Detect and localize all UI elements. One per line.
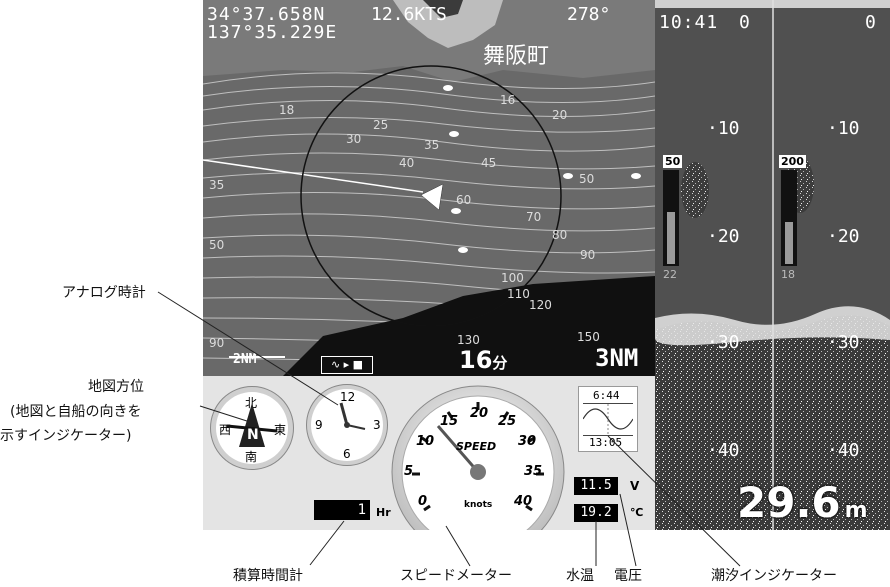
callout-map-orientation-title: 地図方位 — [88, 379, 144, 395]
callout-tide-indicator: 潮汐インジケーター — [711, 568, 837, 584]
callout-hour-meter: 積算時間計 — [233, 568, 303, 584]
callout-water-temp: 水温 — [566, 568, 594, 584]
callout-map-orientation-desc2: 示すインジケーター) — [0, 428, 132, 444]
callout-speedometer: スピードメーター — [400, 568, 512, 584]
callout-voltage: 電圧 — [614, 568, 642, 584]
callout-map-orientation-desc1: (地図と自船の向きを — [10, 404, 142, 420]
callout-analog-clock: アナログ時計 — [62, 285, 146, 301]
